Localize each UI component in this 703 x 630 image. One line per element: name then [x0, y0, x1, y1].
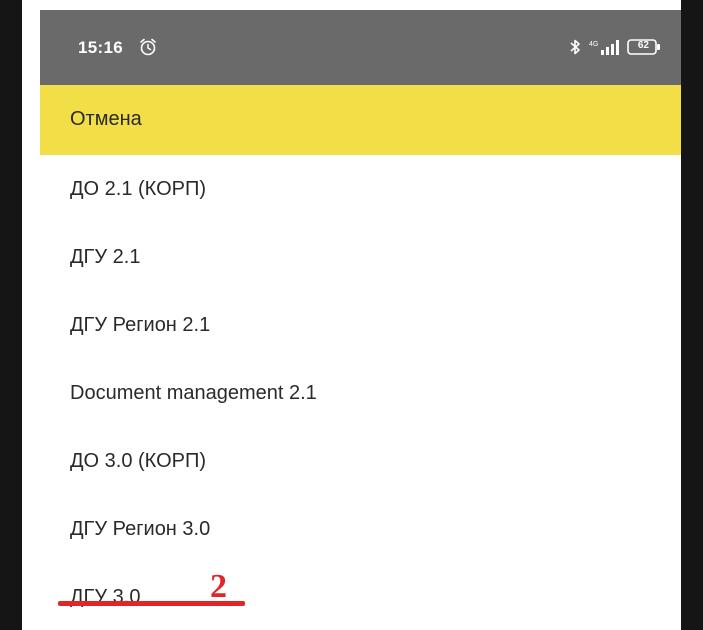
- phone-frame-top: [22, 0, 681, 10]
- list-item-label: Document management 2.1: [70, 382, 317, 404]
- status-bar: 15:16 4G 62: [40, 10, 681, 85]
- list-item[interactable]: Document management 2.1: [40, 359, 681, 427]
- list-item-label: ДГУ Регион 3.0: [70, 518, 211, 540]
- screenshot: 15:16 4G 62 Отмена ДО 2.1 (КОРП) ДГУ 2.1…: [0, 0, 703, 630]
- list-item[interactable]: ДГУ 3.0: [40, 563, 681, 630]
- list-item[interactable]: ДГУ Регион 2.1: [40, 291, 681, 359]
- signal-icon: 4G: [589, 38, 619, 56]
- list-item-label: ДО 3.0 (КОРП): [70, 450, 207, 472]
- list-item[interactable]: ДГУ 2.1: [40, 223, 681, 291]
- list-item[interactable]: ДГУ Регион 3.0: [40, 495, 681, 563]
- battery-level: 62: [637, 40, 649, 51]
- phone-bezel-left: [0, 0, 22, 630]
- list-item-label: ДГУ 2.1: [70, 246, 141, 268]
- option-list: ДО 2.1 (КОРП) ДГУ 2.1 ДГУ Регион 2.1 Doc…: [40, 155, 681, 630]
- cancel-button[interactable]: Отмена: [70, 108, 142, 131]
- annotation-underline: [58, 601, 245, 606]
- alarm-icon: [138, 37, 158, 57]
- status-icons: 4G 62: [569, 36, 661, 58]
- action-bar: Отмена: [40, 85, 681, 155]
- svg-text:4G: 4G: [589, 41, 598, 48]
- list-item[interactable]: ДО 3.0 (КОРП): [40, 427, 681, 495]
- phone-bezel-right: [681, 0, 703, 630]
- bluetooth-icon: [569, 38, 581, 56]
- annotation-step-number: 2: [210, 568, 227, 605]
- status-time: 15:16: [78, 38, 123, 57]
- phone-screen: 15:16 4G 62 Отмена ДО 2.1 (КОРП) ДГУ 2.1…: [40, 10, 681, 630]
- list-item-label: ДГУ Регион 2.1: [70, 314, 211, 336]
- list-item-label: ДО 2.1 (КОРП): [70, 178, 207, 200]
- list-item[interactable]: ДО 2.1 (КОРП): [40, 155, 681, 223]
